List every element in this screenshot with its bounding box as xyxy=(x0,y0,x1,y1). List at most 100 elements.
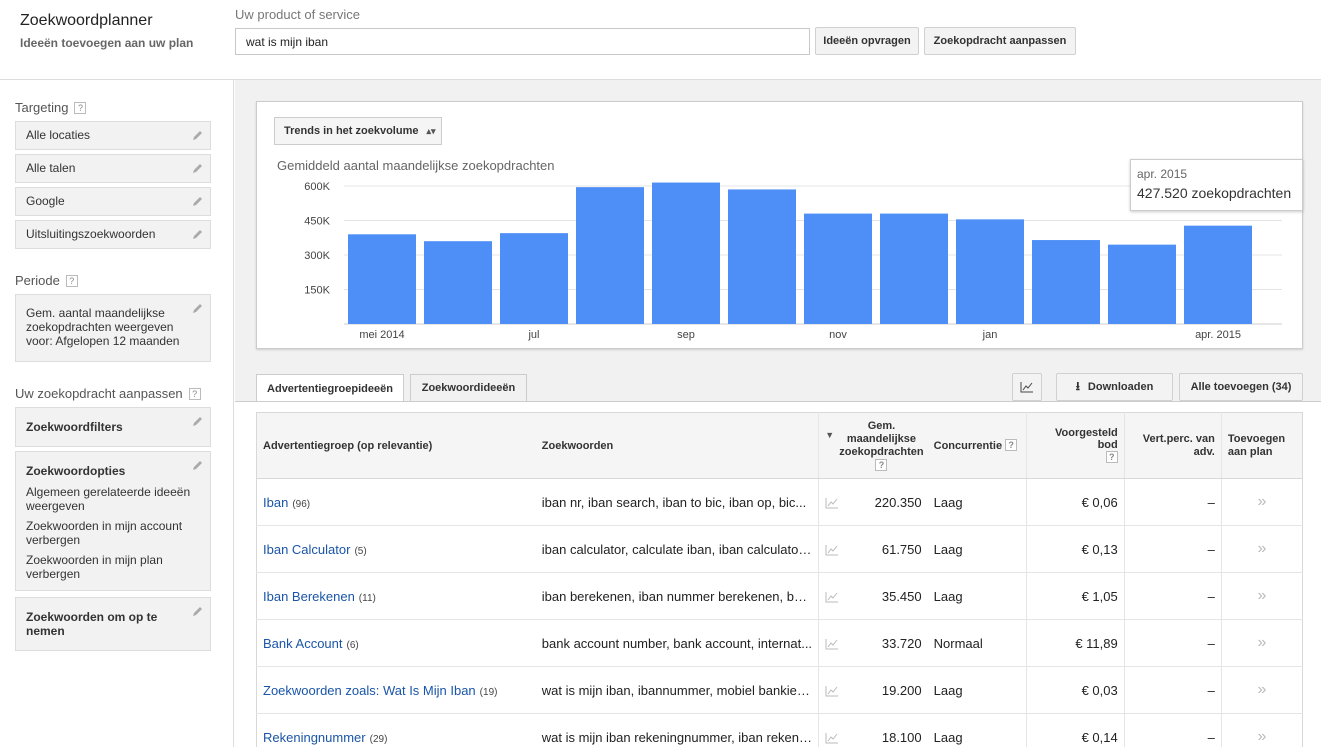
updown-icon: ▴▾ xyxy=(426,125,436,136)
help-icon[interactable]: ? xyxy=(1105,451,1118,463)
targeting-negatives[interactable]: Uitsluitingszoekwoorden xyxy=(15,220,211,249)
keywords-cell: iban berekenen, iban nummer berekenen, b… xyxy=(535,572,819,620)
col-adgroup[interactable]: Advertentiegroep (op relevantie) xyxy=(256,412,536,479)
pencil-icon[interactable] xyxy=(192,162,204,174)
help-icon[interactable]: ? xyxy=(74,102,87,114)
product-input[interactable] xyxy=(235,28,810,55)
y-tick-label: 600K xyxy=(304,181,330,193)
pencil-icon[interactable] xyxy=(192,605,204,617)
bar xyxy=(1032,240,1100,324)
pencil-icon[interactable] xyxy=(192,302,204,314)
adgroup-link[interactable]: Zoekwoorden zoals: Wat Is Mijn Iban xyxy=(263,683,476,698)
chart-type-select[interactable]: Trends in het zoekvolume ▴▾ xyxy=(274,117,442,145)
chart-toggle-button[interactable] xyxy=(1012,373,1042,401)
sidebar: Targeting? Alle locaties Alle talen Goog… xyxy=(0,80,234,747)
targeting-location[interactable]: Alle locaties xyxy=(15,121,211,150)
bid-cell: € 0,03 xyxy=(1025,666,1125,714)
competition-cell: Laag xyxy=(927,478,1027,526)
trend-chart-icon[interactable] xyxy=(825,591,839,603)
bar xyxy=(500,233,568,324)
adgroup-link[interactable]: Iban Berekenen xyxy=(263,589,355,604)
period-box[interactable]: Gem. aantal maandelijkse zoekopdrachten … xyxy=(15,294,211,362)
add-to-plan-icon[interactable]: » xyxy=(1220,478,1303,526)
trend-chart-icon[interactable] xyxy=(825,685,839,697)
keywords-cell: iban calculator, calculate iban, iban ca… xyxy=(535,525,819,573)
bar xyxy=(348,234,416,324)
col-competition[interactable]: Concurrentie? xyxy=(927,412,1027,479)
searches-cell: 18.100 xyxy=(818,713,928,747)
results-panel: Advertentiegroep (op relevantie) Zoekwoo… xyxy=(235,401,1321,747)
adgroup-link[interactable]: Iban Calculator xyxy=(263,542,350,557)
bid-cell: € 0,13 xyxy=(1025,525,1125,573)
x-tick-label: nov xyxy=(829,329,847,341)
keywords-cell: iban nr, iban search, iban to bic, iban … xyxy=(535,478,819,526)
help-icon[interactable]: ? xyxy=(1005,439,1018,451)
col-searches[interactable]: ▼ Gem. maandelijkse zoekopdrachten? xyxy=(818,412,928,479)
keyword-count: (6) xyxy=(346,639,359,651)
help-icon[interactable]: ? xyxy=(65,275,78,287)
adjust-title: Uw zoekopdracht aanpassen? xyxy=(15,386,201,401)
bid-cell: € 0,06 xyxy=(1025,478,1125,526)
tab-keyword-ideas[interactable]: Zoekwoordideeën xyxy=(410,374,527,402)
add-to-plan-icon[interactable]: » xyxy=(1220,713,1303,747)
col-share[interactable]: Vert.perc. van adv. xyxy=(1123,412,1222,479)
trend-chart-icon[interactable] xyxy=(825,497,839,509)
pencil-icon[interactable] xyxy=(192,195,204,207)
bar xyxy=(804,213,872,324)
targeting-network[interactable]: Google xyxy=(15,187,211,216)
help-icon[interactable]: ? xyxy=(188,388,201,400)
competition-cell: Laag xyxy=(927,572,1027,620)
keywords-to-include[interactable]: Zoekwoorden om op te nemen xyxy=(15,597,211,651)
pencil-icon[interactable] xyxy=(192,459,204,471)
tooltip-value: 427.520 zoekopdrachten xyxy=(1137,185,1292,201)
period-title: Periode? xyxy=(15,273,78,288)
add-to-plan-icon[interactable]: » xyxy=(1220,619,1303,667)
add-all-button[interactable]: Alle toevoegen (34) xyxy=(1179,373,1303,401)
page-header: Zoekwoordplanner Ideeën toevoegen aan uw… xyxy=(0,0,1321,80)
share-cell: – xyxy=(1123,619,1222,667)
adgroup-cell: Rekeningnummer (29) xyxy=(256,713,536,747)
get-ideas-button[interactable]: Ideeën opvragen xyxy=(815,27,919,55)
page-subtitle: Ideeën toevoegen aan uw plan xyxy=(20,36,194,50)
targeting-language[interactable]: Alle talen xyxy=(15,154,211,183)
competition-cell: Laag xyxy=(927,525,1027,573)
modify-search-button[interactable]: Zoekopdracht aanpassen xyxy=(924,27,1076,55)
targeting-title: Targeting? xyxy=(15,100,87,115)
option-hide-plan: Zoekwoorden in mijn plan verbergen xyxy=(26,553,163,581)
bar xyxy=(880,213,948,324)
keywords-cell: bank account number, bank account, inter… xyxy=(535,619,819,667)
keyword-count: (11) xyxy=(358,592,376,604)
x-tick-label: jan xyxy=(982,329,998,341)
adgroup-cell: Iban (96) xyxy=(256,478,536,526)
keyword-options[interactable]: Zoekwoordopties Algemeen gerelateerde id… xyxy=(15,451,211,591)
bid-cell: € 0,14 xyxy=(1025,713,1125,747)
adgroup-link[interactable]: Rekeningnummer xyxy=(263,730,366,745)
add-to-plan-icon[interactable]: » xyxy=(1220,572,1303,620)
chart-title: Gemiddeld aantal maandelijkse zoekopdrac… xyxy=(277,158,555,173)
tab-adgroup-ideas[interactable]: Advertentiegroepideeën xyxy=(256,374,404,403)
competition-cell: Normaal xyxy=(927,619,1027,667)
adgroup-link[interactable]: Bank Account xyxy=(263,636,343,651)
keywords-cell: wat is mijn iban rekeningnummer, iban re… xyxy=(535,713,819,747)
adgroup-link[interactable]: Iban xyxy=(263,495,288,510)
x-tick-label: jul xyxy=(527,329,539,341)
download-button[interactable]: ⭳ Downloaden xyxy=(1056,373,1173,401)
competition-cell: Laag xyxy=(927,713,1027,747)
pencil-icon[interactable] xyxy=(192,228,204,240)
trend-chart-icon[interactable] xyxy=(825,638,839,650)
add-to-plan-icon[interactable]: » xyxy=(1220,666,1303,714)
trend-chart-icon[interactable] xyxy=(825,544,839,556)
bar xyxy=(1184,225,1252,324)
help-icon[interactable]: ? xyxy=(875,458,888,471)
trend-chart-icon[interactable] xyxy=(825,732,839,744)
keyword-count: (5) xyxy=(354,545,367,557)
pencil-icon[interactable] xyxy=(192,415,204,427)
share-cell: – xyxy=(1123,713,1222,747)
table-row: Iban (96) iban nr, iban search, iban to bi… xyxy=(256,478,1303,526)
keyword-filters[interactable]: Zoekwoordfilters xyxy=(15,407,211,447)
table-row: Iban Berekenen (11) iban berekenen, iban n… xyxy=(256,572,1303,620)
chart-tooltip: apr. 2015 427.520 zoekopdrachten xyxy=(1130,159,1303,211)
pencil-icon[interactable] xyxy=(192,129,204,141)
add-to-plan-icon[interactable]: » xyxy=(1220,525,1303,573)
col-bid[interactable]: Voorgesteld bod? xyxy=(1025,412,1125,479)
